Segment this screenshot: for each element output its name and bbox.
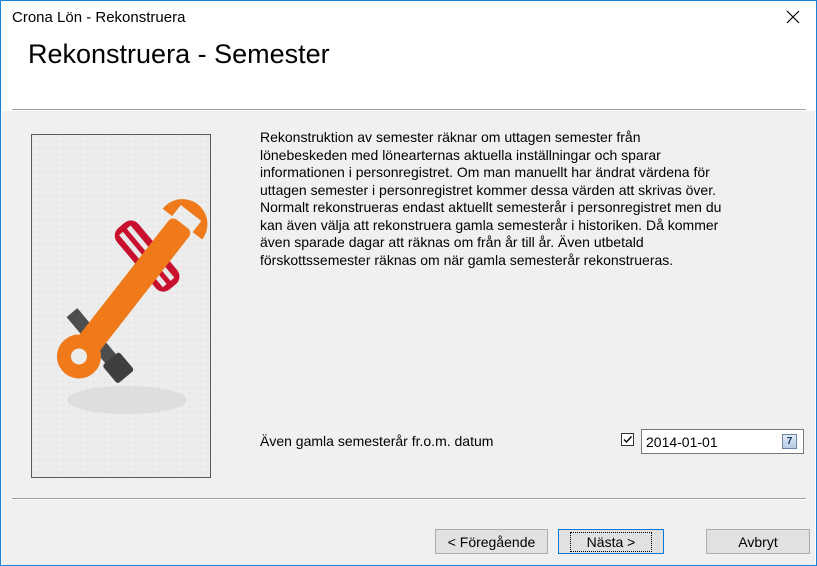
close-button[interactable] bbox=[770, 1, 816, 33]
next-button[interactable]: Nästa > bbox=[558, 529, 664, 554]
from-date-value: 2014-01-01 bbox=[646, 434, 718, 450]
checkmark-icon bbox=[623, 436, 633, 444]
title-bar: Crona Lön - Rekonstruera bbox=[1, 1, 816, 33]
dialog-window: Crona Lön - Rekonstruera Rekonstruera - … bbox=[0, 0, 817, 566]
from-date-field[interactable]: 2014-01-01 7 bbox=[641, 429, 804, 454]
cancel-button[interactable]: Avbryt bbox=[706, 529, 810, 554]
old-vacation-years-checkbox[interactable] bbox=[621, 433, 634, 446]
previous-button[interactable]: < Föregående bbox=[435, 529, 548, 554]
old-vacation-years-label: Även gamla semesterår fr.o.m. datum bbox=[260, 433, 494, 449]
page-title: Rekonstruera - Semester bbox=[28, 39, 330, 69]
close-icon bbox=[786, 10, 800, 24]
footer-separator bbox=[12, 498, 806, 500]
next-button-label: Nästa > bbox=[569, 531, 653, 552]
cancel-button-label: Avbryt bbox=[738, 533, 778, 550]
description-text: Rekonstruktion av semester räknar om utt… bbox=[260, 129, 722, 268]
window-title: Crona Lön - Rekonstruera bbox=[12, 9, 186, 26]
calendar-icon[interactable]: 7 bbox=[782, 434, 797, 449]
previous-button-label: < Föregående bbox=[447, 533, 536, 550]
tools-illustration bbox=[31, 134, 211, 478]
wrench-screwdriver-icon bbox=[32, 135, 210, 477]
